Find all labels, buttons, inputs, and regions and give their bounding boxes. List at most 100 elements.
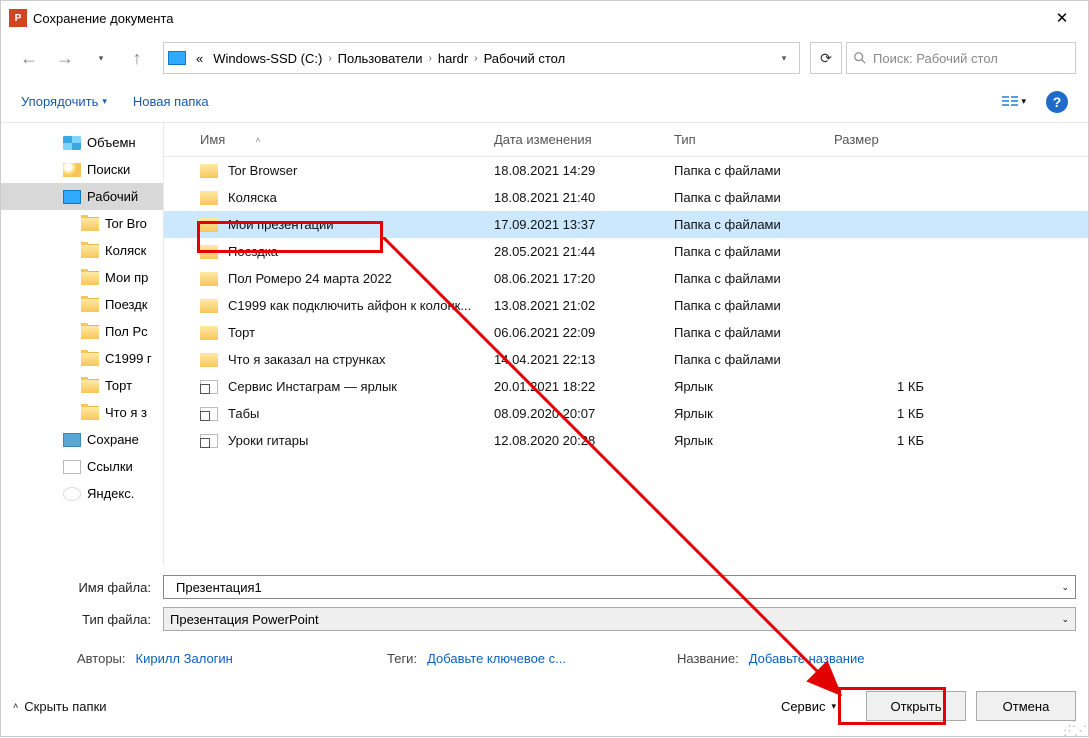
view-icon xyxy=(1002,96,1018,107)
header-name[interactable]: Имя ˄ xyxy=(174,132,494,147)
file-row[interactable]: Коляска18.08.2021 21:40Папка с файлами xyxy=(164,184,1088,211)
file-date: 08.06.2021 17:20 xyxy=(494,271,674,286)
folder-icon xyxy=(200,164,218,178)
search-input[interactable]: Поиск: Рабочий стол xyxy=(846,42,1076,74)
file-row[interactable]: Мои презентации17.09.2021 13:37Папка с ф… xyxy=(164,211,1088,238)
sort-indicator-icon: ˄ xyxy=(255,135,260,145)
tree-item-label: Что я з xyxy=(105,405,147,420)
tree-item[interactable]: Сохране xyxy=(1,426,163,453)
cancel-button[interactable]: Отмена xyxy=(976,691,1076,721)
header-date[interactable]: Дата изменения xyxy=(494,132,674,147)
file-name: Что я заказал на струнках xyxy=(228,352,386,367)
file-row[interactable]: Пол Ромеро 24 марта 2022 08.06.2021 17:20… xyxy=(164,265,1088,292)
file-row[interactable]: Торт 06.06.2021 22:09Папка с файлами xyxy=(164,319,1088,346)
tree-item[interactable]: Яндекс. xyxy=(1,480,163,507)
yandex-icon xyxy=(63,487,81,501)
tree-item[interactable]: Торт xyxy=(1,372,163,399)
file-row[interactable]: Сервис Инстаграм — ярлык 20.01.2021 18:22… xyxy=(164,373,1088,400)
folder-icon xyxy=(81,352,99,366)
file-name: Торт xyxy=(228,325,255,340)
shortcut-icon xyxy=(200,434,218,448)
chevron-right-icon: › xyxy=(474,53,477,64)
powerpoint-icon: P xyxy=(9,9,27,27)
file-date: 28.05.2021 21:44 xyxy=(494,244,674,259)
breadcrumb-seg[interactable]: hardr xyxy=(434,51,472,66)
folder-icon xyxy=(200,245,218,259)
folder-icon xyxy=(200,191,218,205)
tree-item[interactable]: Ссылки xyxy=(1,453,163,480)
folder-icon xyxy=(200,218,218,232)
bottom-panel: Имя файла: ⌄ Тип файла: Презентация Powe… xyxy=(1,566,1088,676)
help-button[interactable]: ? xyxy=(1046,91,1068,113)
newfolder-label: Новая папка xyxy=(133,94,209,109)
view-options-button[interactable]: ▾ xyxy=(1000,94,1028,109)
tree-item[interactable]: Поиски xyxy=(1,156,163,183)
file-type: Папка с файлами xyxy=(674,325,834,340)
breadcrumb-seg[interactable]: Пользователи xyxy=(334,51,427,66)
file-date: 14.04.2021 22:13 xyxy=(494,352,674,367)
organize-label: Упорядочить xyxy=(21,94,98,109)
breadcrumb-drive[interactable]: Windows-SSD (C:) xyxy=(209,51,326,66)
organize-menu[interactable]: Упорядочить ▾ xyxy=(21,94,107,109)
breadcrumb-seg[interactable]: Рабочий стол xyxy=(480,51,570,66)
title-value[interactable]: Добавьте название xyxy=(749,651,865,666)
tree-item[interactable]: Поездк xyxy=(1,291,163,318)
breadcrumb[interactable]: « Windows-SSD (C:) › Пользователи › hard… xyxy=(163,42,800,74)
file-row[interactable]: Поездка28.05.2021 21:44Папка с файлами xyxy=(164,238,1088,265)
filename-input[interactable] xyxy=(170,577,1061,597)
open-button[interactable]: Открыть xyxy=(866,691,966,721)
breadcrumb-dropdown[interactable]: ▾ xyxy=(773,53,795,64)
recent-dropdown[interactable]: ▾ xyxy=(85,42,117,74)
folder-icon xyxy=(81,271,99,285)
chevron-up-icon: ˄ xyxy=(13,701,18,711)
save-icon xyxy=(63,433,81,447)
refresh-button[interactable]: ⟳ xyxy=(810,42,842,74)
file-row[interactable]: Табы08.09.2020 20:07Ярлык1 КБ xyxy=(164,400,1088,427)
new-folder-button[interactable]: Новая папка xyxy=(133,94,209,109)
resize-grip[interactable]: ⋰⋰⋰ xyxy=(1063,723,1085,733)
filename-dropdown[interactable]: ⌄ xyxy=(1061,582,1069,593)
up-button[interactable]: ↑ xyxy=(121,42,153,74)
chevron-right-icon: › xyxy=(429,53,432,64)
close-button[interactable]: ✕ xyxy=(1040,2,1084,34)
file-date: 08.09.2020 20:07 xyxy=(494,406,674,421)
file-size: 1 КБ xyxy=(834,433,944,448)
header-type[interactable]: Тип xyxy=(674,132,834,147)
window-title: Сохранение документа xyxy=(33,11,174,26)
folder-icon xyxy=(81,325,99,339)
tree-item[interactable]: Tor Bro xyxy=(1,210,163,237)
drive-icon xyxy=(168,51,186,65)
tree-item[interactable]: С1999 г xyxy=(1,345,163,372)
back-button[interactable]: ← xyxy=(13,42,45,74)
tree-item-label: Сохране xyxy=(87,432,139,447)
authors-value[interactable]: Кирилл Залогин xyxy=(136,651,233,666)
file-type: Папка с файлами xyxy=(674,298,834,313)
file-name: Сервис Инстаграм — ярлык xyxy=(228,379,397,394)
nav-row: ← → ▾ ↑ « Windows-SSD (C:) › Пользовател… xyxy=(1,35,1088,81)
file-date: 20.01.2021 18:22 xyxy=(494,379,674,394)
file-name: Пол Ромеро 24 марта 2022 xyxy=(228,271,392,286)
file-row[interactable]: С1999 как подключить айфон к колонк...13… xyxy=(164,292,1088,319)
file-name: Коляска xyxy=(228,190,277,205)
forward-button[interactable]: → xyxy=(49,42,81,74)
titlebar: P Сохранение документа ✕ xyxy=(1,1,1088,35)
folder-icon xyxy=(200,326,218,340)
file-list: Tor Browser18.08.2021 14:29Папка с файла… xyxy=(164,157,1088,454)
tree-item-label: Tor Bro xyxy=(105,216,147,231)
service-menu[interactable]: Сервис ▾ xyxy=(781,699,836,714)
tree-item[interactable]: Объемн xyxy=(1,129,163,156)
file-row[interactable]: Tor Browser18.08.2021 14:29Папка с файла… xyxy=(164,157,1088,184)
tags-value[interactable]: Добавьте ключевое с... xyxy=(427,651,566,666)
file-date: 06.06.2021 22:09 xyxy=(494,325,674,340)
filetype-combo[interactable]: Презентация PowerPoint ⌄ xyxy=(163,607,1076,631)
tree-item[interactable]: Рабочий xyxy=(1,183,163,210)
file-row[interactable]: Уроки гитары12.08.2020 20:28Ярлык1 КБ xyxy=(164,427,1088,454)
tree-item[interactable]: Пол Рс xyxy=(1,318,163,345)
tree-item-label: Рабочий xyxy=(87,189,138,204)
tree-item[interactable]: Коляск xyxy=(1,237,163,264)
file-row[interactable]: Что я заказал на струнках 14.04.2021 22:1… xyxy=(164,346,1088,373)
tree-item[interactable]: Мои пр xyxy=(1,264,163,291)
hide-folders-button[interactable]: ˄ Скрыть папки xyxy=(13,699,107,714)
tree-item[interactable]: Что я з xyxy=(1,399,163,426)
header-size[interactable]: Размер xyxy=(834,132,944,147)
